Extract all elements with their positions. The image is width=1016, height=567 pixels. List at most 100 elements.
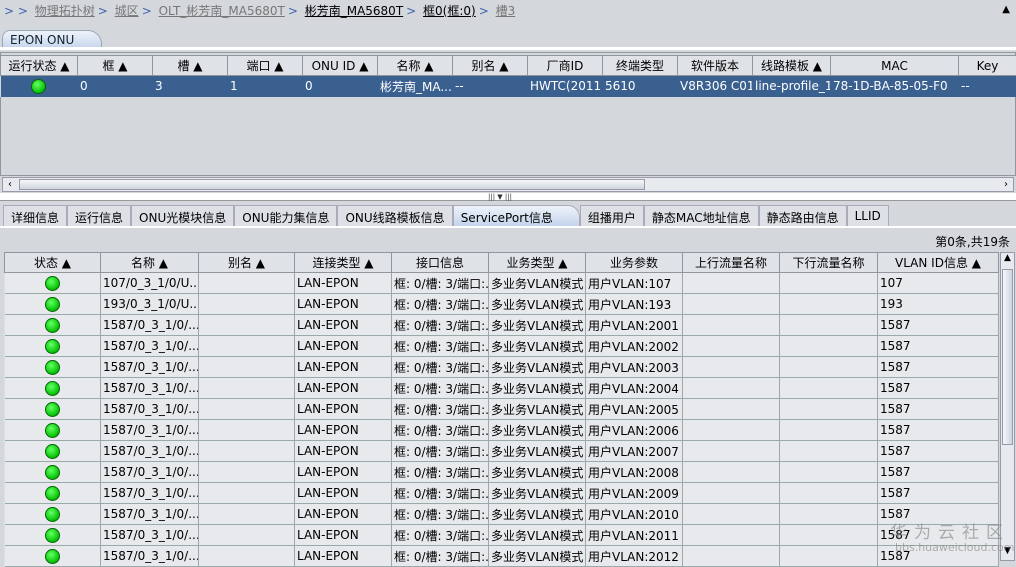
breadcrumb-item[interactable]: 物理拓扑树	[35, 4, 95, 18]
breadcrumb-item[interactable]: 框0(框:0)	[423, 4, 476, 18]
column-header[interactable]: 业务参数	[586, 253, 683, 273]
column-header[interactable]: 软件版本	[678, 56, 753, 76]
table-row[interactable]: 1587/0_3_1/0/...LAN-EPON框: 0/槽: 3/端口:...…	[5, 399, 999, 420]
column-header[interactable]: Key	[959, 56, 1016, 76]
breadcrumb-item[interactable]: 槽3	[496, 4, 516, 18]
status-online-icon	[45, 444, 60, 459]
column-header[interactable]: 状态 ▲	[5, 253, 101, 273]
table-cell: LAN-EPON	[295, 441, 392, 462]
column-header[interactable]: VLAN ID信息 ▲	[878, 253, 999, 273]
column-header[interactable]: 名称 ▲	[101, 253, 199, 273]
column-header[interactable]: 上行流量名称	[683, 253, 780, 273]
table-row[interactable]: 1587/0_3_1/0/...LAN-EPON框: 0/槽: 3/端口:...…	[5, 483, 999, 504]
table-row[interactable]: 193/0_3_1/0/U...LAN-EPON框: 0/槽: 3/端口:...…	[5, 294, 999, 315]
vertical-scrollbar[interactable]: ▲ ▼	[1000, 252, 1015, 561]
status-online-icon	[45, 402, 60, 417]
scroll-right-icon[interactable]: ›	[999, 178, 1013, 191]
table-row[interactable]: 1587/0_3_1/0/...LAN-EPON框: 0/槽: 3/端口:...…	[5, 315, 999, 336]
record-count: 第0条,共19条	[935, 233, 1010, 250]
table-cell	[199, 273, 295, 294]
table-cell: HWTC(2011)	[528, 76, 603, 97]
scrollbar-thumb[interactable]	[1002, 269, 1013, 445]
splitter-arrow-icon[interactable]: ||| ▼ |||	[488, 193, 512, 201]
table-cell: 用户VLAN:2004	[586, 378, 683, 399]
scroll-up-icon[interactable]: ▲	[1001, 253, 1014, 267]
table-cell	[199, 399, 295, 420]
table-row[interactable]: 107/0_3_1/0/U...LAN-EPON框: 0/槽: 3/端口:...…	[5, 273, 999, 294]
table-row[interactable]: 1587/0_3_1/0/...LAN-EPON框: 0/槽: 3/端口:...…	[5, 504, 999, 525]
horizontal-scrollbar[interactable]: ‹ ›	[2, 177, 1014, 192]
column-header[interactable]: 下行流量名称	[780, 253, 878, 273]
breadcrumb-item[interactable]: OLT_彬芳南_MA5680T	[159, 4, 285, 18]
tab-7[interactable]: 静态MAC地址信息	[644, 205, 759, 226]
table-cell: 107	[878, 273, 999, 294]
table-row[interactable]: 1587/0_3_1/0/...LAN-EPON框: 0/槽: 3/端口:...…	[5, 357, 999, 378]
table-cell	[683, 441, 780, 462]
tab-9[interactable]: LLID	[847, 205, 889, 226]
table-row[interactable]: 1587/0_3_1/0/...LAN-EPON框: 0/槽: 3/端口:...…	[5, 378, 999, 399]
table-cell: 1587/0_3_1/0/...	[101, 420, 199, 441]
table-cell: 1587/0_3_1/0/...	[101, 378, 199, 399]
column-header[interactable]: 运行状态 ▲	[1, 56, 78, 76]
scrollbar-thumb[interactable]	[19, 179, 645, 190]
table-cell: LAN-EPON	[295, 273, 392, 294]
table-cell: 框: 0/槽: 3/端口:...	[392, 546, 489, 567]
scroll-left-icon[interactable]: ‹	[3, 178, 17, 191]
table-cell: 1587	[878, 336, 999, 357]
column-header[interactable]: 别名 ▲	[453, 56, 528, 76]
table-cell: 用户VLAN:2010	[586, 504, 683, 525]
table-cell	[780, 315, 878, 336]
tab-epon-onu[interactable]: EPON ONU	[2, 30, 102, 48]
table-cell: LAN-EPON	[295, 315, 392, 336]
table-cell: 多业务VLAN模式	[489, 546, 586, 567]
column-header[interactable]: 厂商ID	[528, 56, 603, 76]
table-cell: 1587/0_3_1/0/...	[101, 336, 199, 357]
table-cell: 1587	[878, 378, 999, 399]
status-cell	[5, 546, 101, 567]
table-row[interactable]: 0310彬芳南_MA...--HWTC(2011)5610V8R306 C01l…	[1, 76, 1016, 97]
status-online-icon	[45, 486, 60, 501]
column-header[interactable]: MAC	[831, 56, 959, 76]
table-cell: 框: 0/槽: 3/端口:...	[392, 462, 489, 483]
table-cell	[199, 315, 295, 336]
table-row[interactable]: 1587/0_3_1/0/...LAN-EPON框: 0/槽: 3/端口:...…	[5, 462, 999, 483]
tab-8[interactable]: 静态路由信息	[759, 205, 847, 226]
column-header[interactable]: 端口 ▲	[228, 56, 303, 76]
table-row[interactable]: 1587/0_3_1/0/...LAN-EPON框: 0/槽: 3/端口:...…	[5, 441, 999, 462]
breadcrumb-item[interactable]: 彬芳南_MA5680T	[305, 4, 403, 18]
column-header[interactable]: 线路模板 ▲	[753, 56, 831, 76]
status-online-icon	[31, 79, 46, 94]
table-cell: 框: 0/槽: 3/端口:...	[392, 420, 489, 441]
table-row[interactable]: 1587/0_3_1/0/...LAN-EPON框: 0/槽: 3/端口:...…	[5, 525, 999, 546]
column-header[interactable]: 名称 ▲	[378, 56, 453, 76]
table-cell	[199, 525, 295, 546]
table-cell: 用户VLAN:2002	[586, 336, 683, 357]
column-header[interactable]: 框 ▲	[78, 56, 153, 76]
tab-4[interactable]: ONU线路模板信息	[337, 205, 452, 226]
status-online-icon	[45, 318, 60, 333]
tab-5[interactable]: ServicePort信息	[453, 205, 580, 226]
breadcrumb-item[interactable]: 城区	[115, 4, 139, 18]
table-cell: 框: 0/槽: 3/端口:...	[392, 483, 489, 504]
column-header[interactable]: ONU ID ▲	[303, 56, 378, 76]
column-header[interactable]: 接口信息	[392, 253, 489, 273]
tab-0[interactable]: 详细信息	[3, 205, 67, 226]
table-cell	[199, 546, 295, 567]
tab-6[interactable]: 组播用户	[580, 205, 644, 226]
splitter[interactable]: ||| ▼ |||	[0, 193, 1016, 201]
table-row[interactable]: 1587/0_3_1/0/...LAN-EPON框: 0/槽: 3/端口:...…	[5, 546, 999, 567]
tab-2[interactable]: ONU光模块信息	[131, 205, 234, 226]
table-cell	[780, 462, 878, 483]
column-header[interactable]: 别名 ▲	[199, 253, 295, 273]
column-header[interactable]: 终端类型	[603, 56, 678, 76]
column-header[interactable]: 业务类型 ▲	[489, 253, 586, 273]
tab-3[interactable]: ONU能力集信息	[234, 205, 337, 226]
column-header[interactable]: 槽 ▲	[153, 56, 228, 76]
table-row[interactable]: 1587/0_3_1/0/...LAN-EPON框: 0/槽: 3/端口:...…	[5, 420, 999, 441]
table-cell: 框: 0/槽: 3/端口:...	[392, 441, 489, 462]
table-row[interactable]: 1587/0_3_1/0/...LAN-EPON框: 0/槽: 3/端口:...…	[5, 336, 999, 357]
column-header[interactable]: 连接类型 ▲	[295, 253, 392, 273]
table-cell	[683, 378, 780, 399]
collapse-icon[interactable]: ▲	[1002, 4, 1010, 15]
tab-1[interactable]: 运行信息	[67, 205, 131, 226]
